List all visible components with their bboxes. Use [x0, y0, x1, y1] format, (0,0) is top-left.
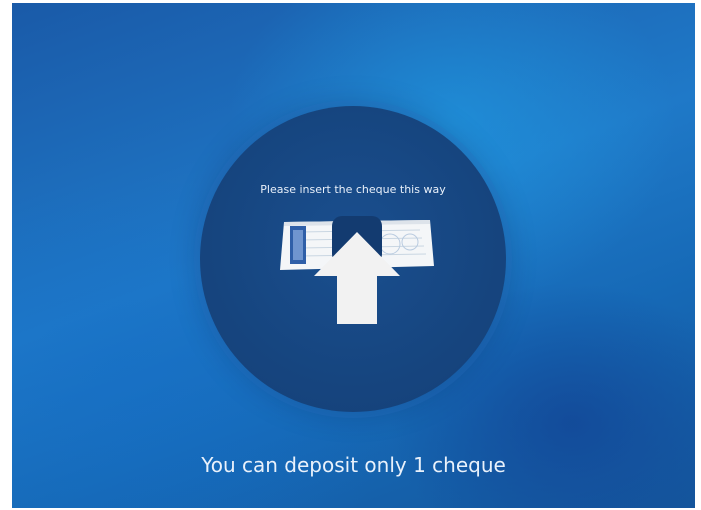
- insert-instruction: Please insert the cheque this way: [260, 183, 446, 196]
- atm-screen: Please insert the cheque this way You ca…: [12, 3, 695, 508]
- cheque-insert-illustration: [280, 216, 434, 324]
- deposit-limit-message: You can deposit only 1 cheque: [201, 453, 506, 477]
- insert-cheque-panel: Please insert the cheque this way: [200, 106, 506, 412]
